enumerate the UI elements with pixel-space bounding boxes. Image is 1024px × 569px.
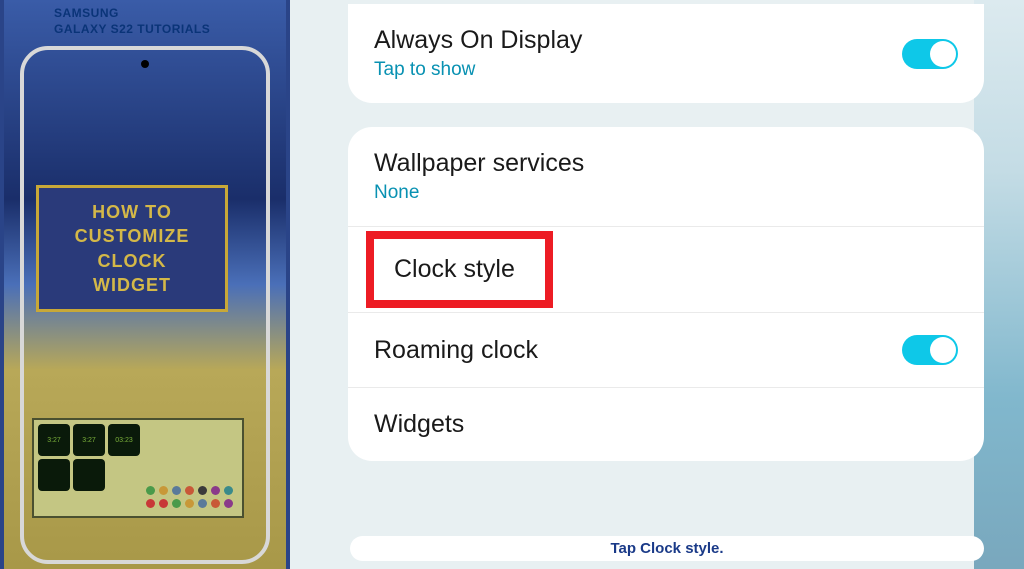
color-dot — [172, 486, 181, 495]
color-dot — [224, 499, 233, 508]
color-dot — [211, 499, 220, 508]
setting-title: Always On Display — [374, 26, 582, 55]
clock-thumb: 03:23 — [108, 424, 140, 456]
setting-roaming-clock[interactable]: Roaming clock — [348, 313, 984, 388]
toggle-knob — [930, 337, 956, 363]
setting-title: Widgets — [374, 410, 464, 439]
aod-toggle[interactable] — [902, 39, 958, 69]
color-dot — [198, 486, 207, 495]
color-dot — [172, 499, 181, 508]
color-dot — [159, 499, 168, 508]
clock-thumb: 3:27 — [73, 424, 105, 456]
setting-subtitle: None — [374, 182, 584, 204]
color-dot — [185, 486, 194, 495]
clock-thumb — [73, 459, 105, 491]
tutorial-title: HOW TO CUSTOMIZE CLOCK WIDGET — [36, 185, 228, 312]
color-dot — [211, 486, 220, 495]
settings-screen: Always On Display Tap to show Wallpaper … — [290, 0, 1024, 569]
color-dot — [224, 486, 233, 495]
tutorial-header: SAMSUNG GALAXY S22 TUTORIALS — [54, 6, 210, 37]
setting-title: Clock style — [394, 255, 515, 284]
clock-thumb — [38, 459, 70, 491]
phone-camera-dot — [141, 60, 149, 68]
setting-title: Roaming clock — [374, 336, 538, 365]
toggle-knob — [930, 41, 956, 67]
clock-thumb: 3:27 — [38, 424, 70, 456]
brand-line-2: GALAXY S22 TUTORIALS — [54, 22, 210, 38]
setting-wallpaper-services[interactable]: Wallpaper services None — [348, 127, 984, 227]
tutorial-sidebar: SAMSUNG GALAXY S22 TUTORIALS HOW TO CUST… — [0, 0, 290, 569]
setting-title: Wallpaper services — [374, 149, 584, 178]
brand-line-1: SAMSUNG — [54, 6, 210, 22]
setting-widgets[interactable]: Widgets — [348, 388, 984, 461]
color-dot — [185, 499, 194, 508]
color-dot — [146, 499, 155, 508]
settings-card-main: Wallpaper services None Clock style Roam… — [348, 127, 984, 461]
highlight-box: Clock style — [366, 231, 553, 308]
color-palette — [146, 486, 234, 508]
color-dot — [159, 486, 168, 495]
widget-tiles: 3:27 3:27 03:23 — [34, 420, 144, 495]
setting-subtitle: Tap to show — [374, 59, 582, 81]
setting-clock-style[interactable]: Clock style — [348, 227, 984, 313]
instruction-caption: Tap Clock style. — [350, 536, 984, 561]
color-dot — [198, 499, 207, 508]
widget-preview-panel: 3:27 3:27 03:23 — [32, 418, 244, 518]
settings-card-aod: Always On Display Tap to show — [348, 4, 984, 103]
roaming-toggle[interactable] — [902, 335, 958, 365]
color-dot — [146, 486, 155, 495]
setting-always-on-display[interactable]: Always On Display Tap to show — [348, 4, 984, 103]
